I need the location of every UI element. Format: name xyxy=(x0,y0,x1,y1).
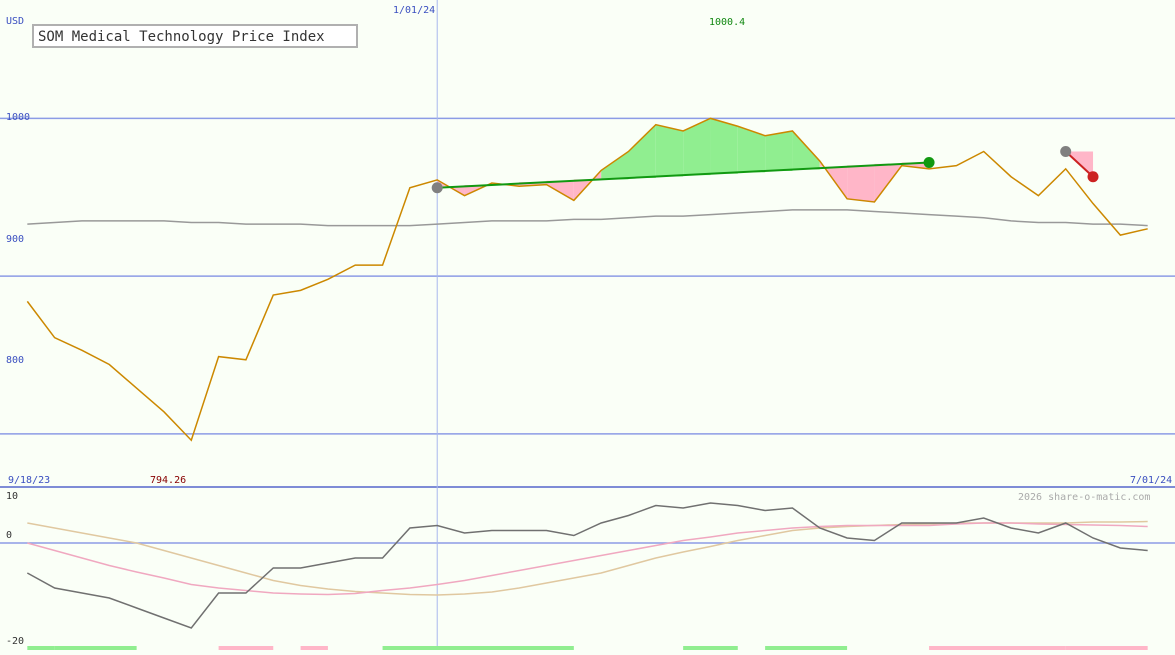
min-label: 794.26 xyxy=(150,475,186,486)
chart-root: USD SOM Medical Technology Price Index 1… xyxy=(0,0,1175,650)
signal-bar xyxy=(683,646,738,650)
gain-area xyxy=(655,124,684,177)
currency-label: USD xyxy=(6,16,24,27)
chart-title: SOM Medical Technology Price Index xyxy=(38,29,325,45)
y-tick-label: 800 xyxy=(6,355,24,366)
trend-start-marker xyxy=(1060,145,1072,157)
signal-bar xyxy=(1065,646,1148,650)
chart-background xyxy=(0,0,1175,650)
osc-y-tick-label: 10 xyxy=(6,491,18,502)
chart-svg: USD SOM Medical Technology Price Index 1… xyxy=(0,0,1175,650)
gain-area xyxy=(710,118,738,174)
trend-end-marker xyxy=(1087,171,1099,183)
loss-area xyxy=(847,165,875,202)
signal-bar xyxy=(300,646,328,650)
y-tick-label: 900 xyxy=(6,234,24,245)
trend-end-marker xyxy=(923,157,935,169)
trend-start-marker xyxy=(431,182,443,194)
osc-y-tick-label: 0 xyxy=(6,530,12,541)
signal-bar xyxy=(765,646,848,650)
y-tick-label: 1000 xyxy=(6,112,30,123)
x-marker-label: 1/01/24 xyxy=(393,5,435,16)
signal-bar xyxy=(382,646,574,650)
gain-area xyxy=(765,130,793,171)
x-end-label: 7/01/24 xyxy=(1130,475,1172,486)
signal-bar xyxy=(54,646,137,650)
max-label: 1000.4 xyxy=(709,17,745,28)
osc-y-tick-label: -20 xyxy=(6,636,24,647)
signal-bar xyxy=(218,646,274,650)
copyright-label: 2026 share-o-matic.com xyxy=(1018,492,1150,503)
x-start-label: 9/18/23 xyxy=(8,475,50,486)
signal-bar xyxy=(27,646,55,650)
signal-bar xyxy=(929,646,1066,650)
